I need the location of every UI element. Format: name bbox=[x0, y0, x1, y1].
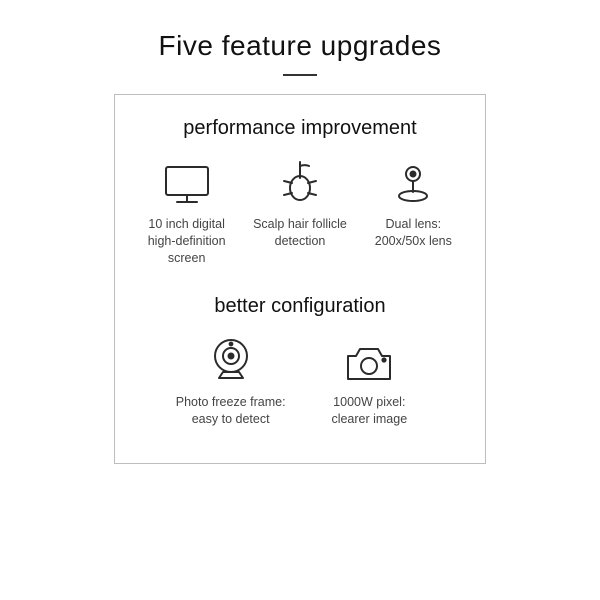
feature-row-2: Photo freeze frame: easy to detect 1000W… bbox=[133, 336, 467, 428]
feature-screen: 10 inch digital high-definition screen bbox=[133, 158, 240, 267]
feature-freeze-frame: Photo freeze frame: easy to detect bbox=[176, 336, 286, 428]
feature-caption: Scalp hair follicle detection bbox=[253, 216, 347, 250]
feature-pixel: 1000W pixel: clearer image bbox=[314, 336, 424, 428]
webcam-icon bbox=[209, 336, 253, 384]
feature-caption: Dual lens: 200x/50x lens bbox=[375, 216, 452, 250]
follicle-icon bbox=[279, 158, 321, 206]
feature-card: performance improvement 10 inch digital … bbox=[114, 94, 486, 464]
feature-row-1: 10 inch digital high-definition screen S… bbox=[133, 158, 467, 267]
feature-dual-lens: Dual lens: 200x/50x lens bbox=[360, 158, 467, 250]
feature-caption: Photo freeze frame: easy to detect bbox=[176, 394, 286, 428]
title-underline bbox=[283, 74, 317, 76]
feature-caption: 10 inch digital high-definition screen bbox=[148, 216, 226, 267]
page-title: Five feature upgrades bbox=[0, 30, 600, 62]
camera-icon bbox=[344, 336, 394, 384]
section-heading-performance: performance improvement bbox=[133, 117, 467, 140]
dual-lens-icon bbox=[391, 158, 435, 206]
page: Five feature upgrades performance improv… bbox=[0, 0, 600, 600]
feature-follicle: Scalp hair follicle detection bbox=[246, 158, 353, 250]
monitor-icon bbox=[163, 158, 211, 206]
section-heading-configuration: better configuration bbox=[133, 295, 467, 318]
feature-caption: 1000W pixel: clearer image bbox=[331, 394, 407, 428]
